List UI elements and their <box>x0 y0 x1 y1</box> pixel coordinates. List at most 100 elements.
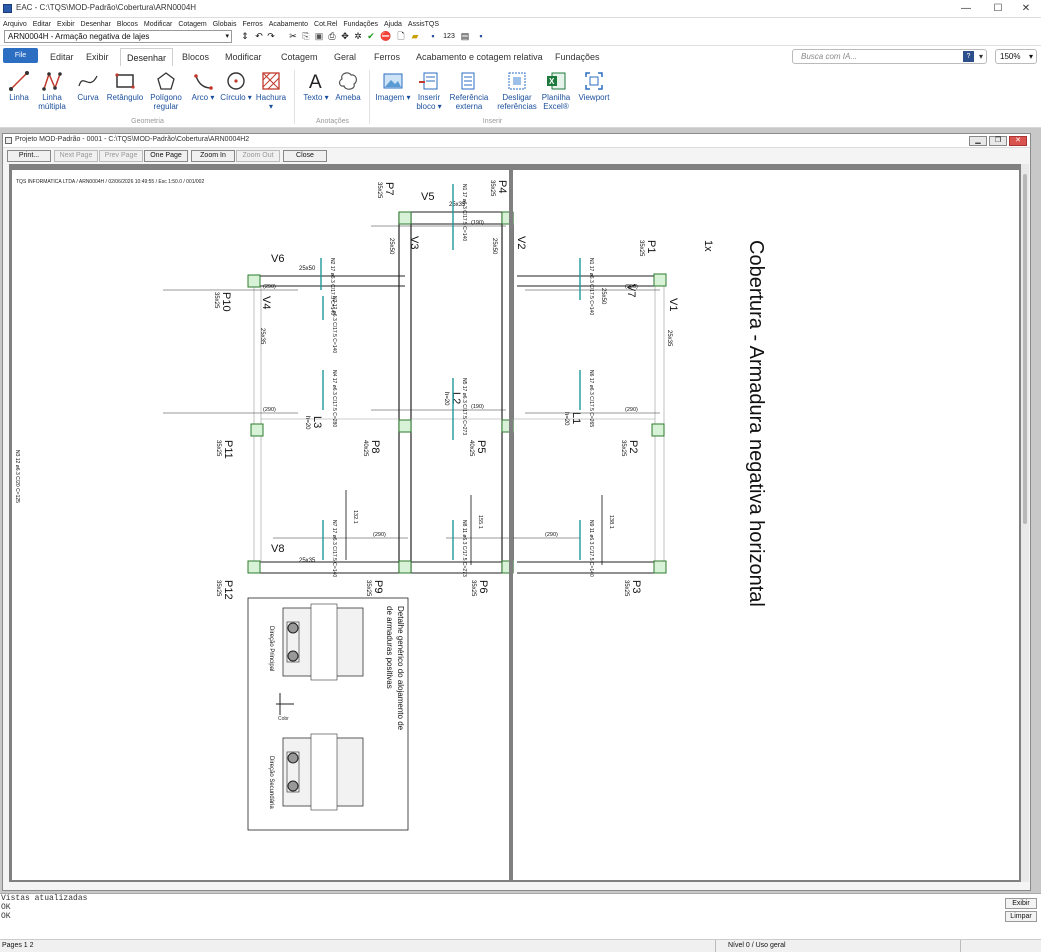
pillar <box>653 560 667 574</box>
regular-polygon-button[interactable]: Polígono regular <box>147 69 185 111</box>
child-minimize-button[interactable]: ▁ <box>969 136 987 146</box>
tab-ferros[interactable]: Ferros <box>368 48 406 66</box>
tab-geral[interactable]: Geral <box>328 48 362 66</box>
help-icon[interactable]: ? <box>963 51 974 62</box>
zoom-select[interactable]: 150% ▾ <box>995 49 1037 64</box>
beam-size: 25x50 <box>388 238 394 255</box>
ameba-icon <box>333 69 363 93</box>
pillar-label: P2 <box>627 440 639 453</box>
pillar-size: 35x25 <box>215 440 221 457</box>
viewport-icon <box>576 69 612 93</box>
close-button[interactable]: ✕ <box>1010 0 1041 18</box>
beam-label: V2 <box>515 236 527 249</box>
viewport-button[interactable]: Viewport <box>576 69 612 102</box>
document-select-value: ARN0004H - Armação negativa de lajes <box>8 32 150 41</box>
image-button[interactable]: Imagem ▾ <box>374 69 412 102</box>
ai-search-input[interactable]: Busca com IA... ? ▾ <box>792 49 987 64</box>
disable-references-button[interactable]: Desligar referências <box>494 69 540 111</box>
insert-block-button[interactable]: Inserir bloco ▾ <box>413 69 445 111</box>
explode-icon[interactable]: ✲ <box>353 31 363 42</box>
tab-cotagem[interactable]: Cotagem <box>275 48 324 66</box>
zoom-in-button[interactable]: Zoom In <box>191 150 235 162</box>
line-label: Linha <box>9 93 29 102</box>
vertical-scrollbar[interactable] <box>1021 164 1029 882</box>
slab-thickness: h=20 <box>563 412 569 426</box>
save-all-icon[interactable]: ▪ <box>476 31 486 42</box>
close-preview-button[interactable]: Close <box>283 150 327 162</box>
redo-icon[interactable]: ↷ <box>266 31 276 42</box>
next-page-button[interactable]: Next Page <box>54 150 98 162</box>
hatch-button[interactable]: Hachura ▾ <box>253 69 289 111</box>
window-title: EAC - C:\TQS\MOD-Padrão\Cobertura\ARN000… <box>16 3 197 12</box>
external-reference-button[interactable]: Referência externa <box>446 69 492 111</box>
move-icon[interactable]: ✥ <box>340 31 350 42</box>
detail-title: de armaduras positivas <box>385 606 394 689</box>
rebar-label: N1 17 ø6.3 C/17.5 C=140 <box>461 184 467 241</box>
minimize-button[interactable]: — <box>950 0 982 18</box>
disable-references-label: Desligar referências <box>497 93 537 111</box>
ameba-button[interactable]: Ameba <box>333 69 363 102</box>
rebar-label: N7 17 ø6.3 C/17.5 C=140 <box>331 520 337 577</box>
child-close-button[interactable]: ✕ <box>1009 136 1027 146</box>
rectangle-button[interactable]: Retângulo <box>104 69 146 102</box>
paste-icon[interactable]: ▣ <box>314 31 324 42</box>
curve-button[interactable]: Curva <box>73 69 103 102</box>
document-select[interactable]: ARN0004H - Armação negativa de lajes ▾ <box>4 30 232 43</box>
tab-exibir[interactable]: Exibir <box>80 48 115 66</box>
ribbon-panel: Linha Linha múltipla Curva Retângulo Pol… <box>0 66 1041 128</box>
stepper-icon[interactable]: ⇕ <box>240 31 250 42</box>
pillar-size: 35x25 <box>213 292 219 309</box>
chevron-down-icon[interactable]: ▾ <box>979 50 983 63</box>
print-icon[interactable]: ⎙ <box>327 31 337 42</box>
arc-icon <box>190 69 216 93</box>
tab-blocos[interactable]: Blocos <box>176 48 215 66</box>
dimension-label: (290) <box>263 407 276 413</box>
tab-acabamento[interactable]: Acabamento e cotagem relativa <box>410 48 549 66</box>
tab-editar[interactable]: Editar <box>44 48 80 66</box>
slab-label: L2 <box>450 392 462 404</box>
tab-fundações[interactable]: Fundações <box>549 48 606 66</box>
one-page-button[interactable]: One Page <box>144 150 188 162</box>
open-folder-icon[interactable]: ▰ <box>410 31 420 42</box>
circle-button[interactable]: Círculo ▾ <box>220 69 252 102</box>
scrollbar-thumb[interactable] <box>1023 174 1027 524</box>
prev-page-button[interactable]: Prev Page <box>99 150 143 162</box>
new-file-icon[interactable]: 🗋 <box>396 31 406 42</box>
text-button[interactable]: A Texto ▾ <box>300 69 332 102</box>
svg-text:A: A <box>309 72 322 92</box>
save-icon[interactable]: ▪ <box>428 31 438 42</box>
mdi-area: Projeto MOD-Padrão - 0001 - C:\TQS\MOD-P… <box>0 128 1041 893</box>
line-button[interactable]: Linha <box>4 69 34 102</box>
pillar-size: 35x25 <box>489 180 495 197</box>
clear-console-button[interactable]: Limpar <box>1005 911 1037 922</box>
child-restore-button[interactable]: ❐ <box>989 136 1007 146</box>
numbering-icon[interactable]: 123 <box>442 31 456 42</box>
chevron-down-icon: ▾ <box>1028 52 1033 61</box>
detail-cover-label: Cobr <box>278 716 289 722</box>
beam-size: 25x35 <box>299 558 316 564</box>
zoom-out-button[interactable]: Zoom Out <box>236 150 280 162</box>
ribbon-separator <box>369 70 370 124</box>
file-menu-button[interactable]: File <box>3 48 38 63</box>
show-console-button[interactable]: Exibir <box>1005 898 1037 909</box>
pillar-size: 35x25 <box>623 580 629 597</box>
excel-icon: X <box>538 69 574 93</box>
list-icon[interactable]: ▤ <box>460 31 470 42</box>
stop-icon[interactable]: ⛔ <box>380 31 391 42</box>
check-icon[interactable]: ✔ <box>366 31 376 42</box>
status-cell <box>960 940 1000 952</box>
copy-icon[interactable]: ⎘ <box>301 31 311 42</box>
preview-canvas[interactable]: TQS INFORMATICA LTDA / ARN0004H / 02/06/… <box>9 164 1021 882</box>
cut-icon[interactable]: ✂ <box>288 31 298 42</box>
preview-toolbar: Print... Next Page Prev Page One Page Zo… <box>3 148 1030 164</box>
tab-modificar[interactable]: Modificar <box>219 48 268 66</box>
rebar-label: N1 17 ø6.3 C/17.5 C=140 <box>588 258 594 315</box>
excel-sheet-button[interactable]: X Planilha Excel® <box>538 69 574 111</box>
undo-icon[interactable]: ↶ <box>254 31 264 42</box>
polyline-button[interactable]: Linha múltipla <box>36 69 68 111</box>
arc-button[interactable]: Arco ▾ <box>190 69 216 102</box>
pillar <box>501 211 509 225</box>
print-button[interactable]: Print... <box>7 150 51 162</box>
tab-desenhar[interactable]: Desenhar <box>120 48 174 66</box>
detail-bar <box>287 650 299 662</box>
